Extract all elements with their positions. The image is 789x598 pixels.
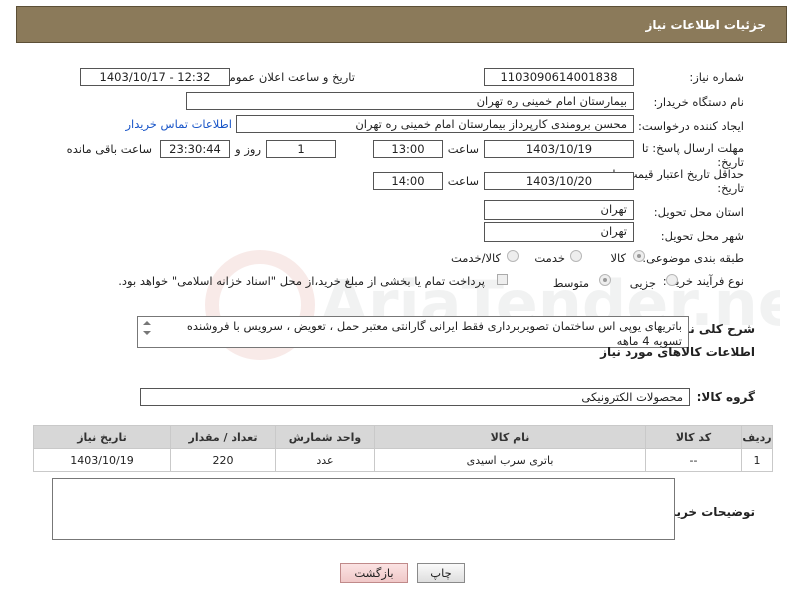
price-date-field: 1403/10/20 xyxy=(484,172,634,190)
textarea-scroll-arrows-icon[interactable] xyxy=(141,318,153,342)
page-header: جزئیات اطلاعات نیاز xyxy=(16,6,787,43)
deadline-label: مهلت ارسال پاسخ: تا xyxy=(641,141,744,155)
province-label: استان محل تحویل: xyxy=(653,205,744,219)
days-label: روز و xyxy=(235,142,261,156)
category-goods-label: کالا xyxy=(610,251,626,265)
cell-code: -- xyxy=(645,448,742,472)
process-minor-radio[interactable] xyxy=(666,274,678,286)
col-row: ردیف xyxy=(741,425,773,449)
col-unit: واحد شمارش xyxy=(275,425,375,449)
days-remaining-field: 1 xyxy=(266,140,336,158)
table-row: 1 -- باتری سرب اسیدی عدد 220 1403/10/19 xyxy=(33,448,773,472)
category-label: طبقه بندی موضوعی: xyxy=(642,251,744,265)
time-remaining-label: ساعت باقی مانده xyxy=(66,142,152,156)
need-number-field: 1103090614001838 xyxy=(484,68,634,86)
price-time-label: ساعت xyxy=(447,174,479,188)
back-button[interactable]: بازگشت xyxy=(340,563,408,583)
price-validity-label-date: تاریخ: xyxy=(717,181,744,195)
cell-date: 1403/10/19 xyxy=(33,448,171,472)
buyer-org-label: نام دستگاه خریدار: xyxy=(653,95,744,109)
goods-table-header: ردیف کد کالا نام کالا واحد شمارش تعداد /… xyxy=(33,425,773,449)
col-name: نام کالا xyxy=(374,425,646,449)
goods-group-field: محصولات الکترونیکی xyxy=(140,388,690,406)
goods-section-title: اطلاعات کالاهای مورد نیاز xyxy=(600,345,755,359)
category-service-label: خدمت xyxy=(534,251,565,265)
treasury-payment-note: پرداخت تمام یا بخشی از مبلغ خرید،از محل … xyxy=(118,274,485,288)
buyer-org-field: بیمارستان امام خمینی ره تهران xyxy=(186,92,634,110)
page-title: جزئیات اطلاعات نیاز xyxy=(645,18,766,32)
cell-name: باتری سرب اسیدی xyxy=(374,448,646,472)
buyer-notes-field[interactable] xyxy=(52,478,675,540)
price-time-field: 14:00 xyxy=(373,172,443,190)
col-code: کد کالا xyxy=(645,425,742,449)
city-label: شهر محل تحویل: xyxy=(660,229,744,243)
announce-field: 1403/10/17 - 12:32 xyxy=(80,68,230,86)
process-medium-radio[interactable] xyxy=(599,274,611,286)
category-goods-service-label: کالا/خدمت xyxy=(450,251,501,265)
province-field: تهران xyxy=(484,200,634,220)
col-date: تاریخ نیاز xyxy=(33,425,171,449)
goods-table: ردیف کد کالا نام کالا واحد شمارش تعداد /… xyxy=(33,425,773,472)
need-number-label: شماره نیاز: xyxy=(689,70,744,84)
cell-qty: 220 xyxy=(170,448,276,472)
deadline-date-field: 1403/10/19 xyxy=(484,140,634,158)
creator-label: ایجاد کننده درخواست: xyxy=(638,119,744,133)
deadline-time-label: ساعت xyxy=(447,142,479,156)
process-minor-label: جزیی xyxy=(629,276,656,290)
buyer-contact-link[interactable]: اطلاعات تماس خریدار xyxy=(125,117,232,131)
deadline-time-field: 13:00 xyxy=(373,140,443,158)
creator-field: محسن برومندی کارپرداز بیمارستان امام خمی… xyxy=(236,115,634,133)
category-goods-radio[interactable] xyxy=(633,250,645,262)
process-medium-label: متوسط xyxy=(552,276,589,290)
goods-group-label: گروه کالا: xyxy=(696,390,755,404)
city-field: تهران xyxy=(484,222,634,242)
category-goods-service-radio[interactable] xyxy=(507,250,519,262)
description-textarea[interactable]: باتریهای یوپی اس ساختمان تصویربرداری فقط… xyxy=(137,316,689,348)
announce-label: تاریخ و ساعت اعلان عمومی: xyxy=(216,70,355,84)
cell-unit: عدد xyxy=(275,448,375,472)
col-qty: تعداد / مقدار xyxy=(170,425,276,449)
time-remaining-field: 23:30:44 xyxy=(160,140,230,158)
cell-row: 1 xyxy=(741,448,773,472)
treasury-payment-checkbox[interactable] xyxy=(497,274,508,285)
print-button[interactable]: چاپ xyxy=(417,563,465,583)
category-service-radio[interactable] xyxy=(570,250,582,262)
